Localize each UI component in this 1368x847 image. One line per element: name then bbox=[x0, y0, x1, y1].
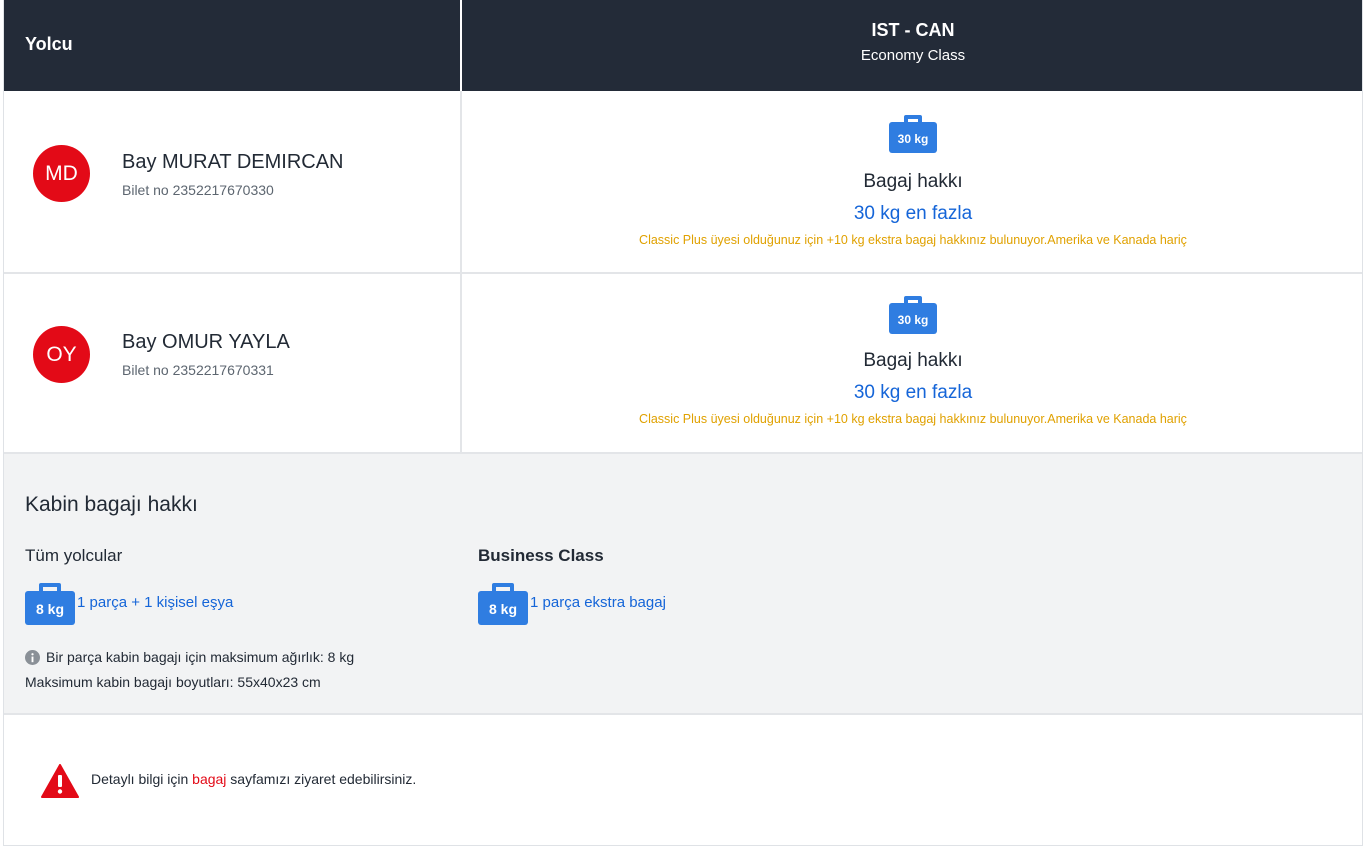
header-passenger-label: Yolcu bbox=[25, 34, 73, 54]
allowance-value: 30 kg en fazla bbox=[853, 382, 973, 403]
footer-text-after: sayfamızı ziyaret edebilirsiniz. bbox=[226, 771, 417, 787]
bag-weight-label: 8 kg bbox=[489, 601, 517, 617]
cabin-baggage-section: Kabin bagajı hakkı Tüm yolcular 8 kg 1 p… bbox=[4, 454, 1362, 715]
passenger-name: Bay MURAT DEMIRCAN bbox=[122, 151, 344, 173]
baggage-allowance: 30 kg Bagaj hakkı 30 kg en fazla Classic… bbox=[464, 274, 1362, 452]
baggage-page-link[interactable]: bagaj bbox=[192, 771, 226, 787]
all-passengers-allowance-link[interactable]: 1 parça + 1 kişisel eşya bbox=[77, 594, 233, 611]
allowance-title: Bagaj hakkı bbox=[863, 171, 963, 192]
warning-icon bbox=[41, 764, 79, 798]
avatar: OY bbox=[33, 326, 90, 383]
baggage-allowance: 30 kg Bagaj hakkı 30 kg en fazla Classic… bbox=[464, 91, 1362, 272]
header-passenger-column: Yolcu bbox=[4, 0, 462, 91]
suitcase-icon: 30 kg bbox=[889, 296, 937, 334]
ticket-number: Bilet no 2352217670331 bbox=[122, 362, 274, 378]
info-footer: Detaylı bilgi için bagaj sayfamızı ziyar… bbox=[4, 715, 1362, 845]
bag-weight-label: 30 kg bbox=[898, 132, 929, 146]
bag-weight-label: 8 kg bbox=[36, 601, 64, 617]
carry-on-bag-icon: 8 kg bbox=[25, 583, 75, 625]
max-weight-info: Bir parça kabin bagajı için maksimum ağı… bbox=[46, 649, 355, 665]
passenger-info: MD Bay MURAT DEMIRCAN Bilet no 235221767… bbox=[4, 91, 462, 272]
cabin-class: Economy Class bbox=[860, 47, 966, 64]
passenger-info: OY Bay OMUR YAYLA Bilet no 2352217670331 bbox=[4, 274, 462, 452]
flight-route: IST - CAN bbox=[871, 20, 955, 40]
max-dimensions-info: Maksimum kabin bagajı boyutları: 55x40x2… bbox=[25, 674, 321, 690]
allowance-note: Classic Plus üyesi olduğunuz için +10 kg… bbox=[639, 233, 1187, 247]
table-header: Yolcu IST - CAN Economy Class bbox=[4, 0, 1362, 91]
suitcase-icon: 30 kg bbox=[889, 115, 937, 153]
header-flight-column: IST - CAN Economy Class bbox=[464, 0, 1362, 91]
allowance-title: Bagaj hakkı bbox=[863, 350, 963, 371]
business-class-label: Business Class bbox=[478, 546, 604, 565]
passenger-name: Bay OMUR YAYLA bbox=[122, 331, 290, 353]
passenger-row: MD Bay MURAT DEMIRCAN Bilet no 235221767… bbox=[4, 91, 1362, 274]
ticket-number: Bilet no 2352217670330 bbox=[122, 182, 274, 198]
info-icon bbox=[25, 650, 40, 665]
bag-weight-label: 30 kg bbox=[898, 313, 929, 327]
footer-text-before: Detaylı bilgi için bbox=[91, 771, 193, 787]
allowance-value: 30 kg en fazla bbox=[853, 203, 973, 224]
all-passengers-label: Tüm yolcular bbox=[25, 546, 123, 565]
avatar: MD bbox=[33, 145, 90, 202]
footer-message: Detaylı bilgi için bagaj sayfamızı ziyar… bbox=[91, 771, 416, 787]
passenger-row: OY Bay OMUR YAYLA Bilet no 2352217670331… bbox=[4, 274, 1362, 454]
baggage-panel: Yolcu IST - CAN Economy Class MD Bay MUR… bbox=[3, 0, 1363, 846]
cabin-baggage-title: Kabin bagajı hakkı bbox=[25, 493, 198, 516]
allowance-note: Classic Plus üyesi olduğunuz için +10 kg… bbox=[639, 412, 1187, 426]
business-class-allowance-link[interactable]: 1 parça ekstra bagaj bbox=[530, 594, 666, 611]
carry-on-bag-icon: 8 kg bbox=[478, 583, 528, 625]
